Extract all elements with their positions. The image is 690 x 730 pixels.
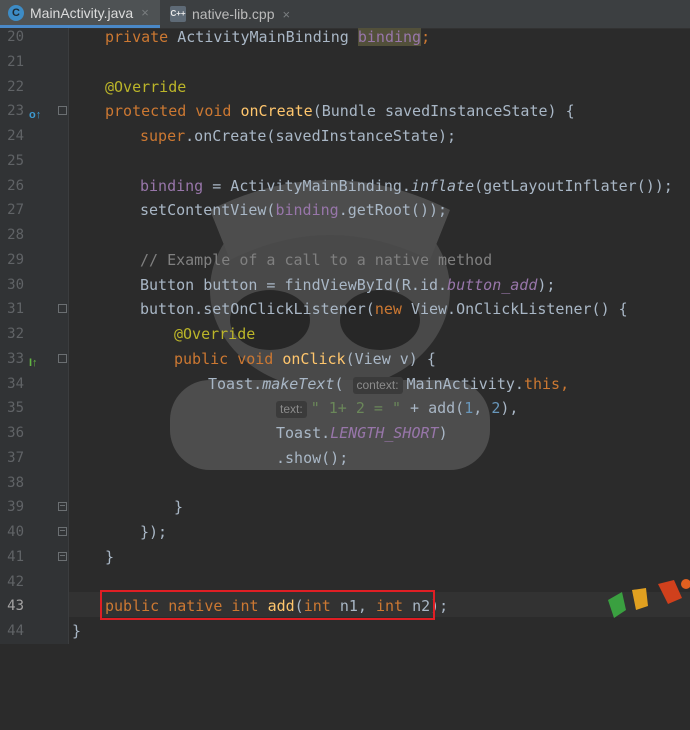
code-text: .show();: [276, 448, 349, 467]
line-number: 36: [7, 425, 24, 441]
line-number: 35: [7, 400, 24, 417]
override-method-icon[interactable]: o↑: [29, 103, 41, 128]
code-text: super.onCreate(savedInstanceState);: [140, 127, 457, 145]
line-number: 28: [7, 227, 24, 243]
code-line[interactable]: 37 .show();: [0, 449, 690, 483]
code-line[interactable]: 44 }: [0, 622, 690, 656]
line-number: 34: [7, 375, 24, 392]
line-number: 44: [7, 623, 24, 639]
line-number: 32: [7, 326, 24, 342]
code-text: protected void onCreate(Bundle savedInst…: [105, 102, 575, 121]
tab-mainactivity-java[interactable]: C MainActivity.java ×: [0, 0, 160, 28]
fold-toggle-icon[interactable]: [58, 353, 67, 363]
close-icon[interactable]: ×: [283, 7, 291, 22]
code-comment: // Example of a call to a native method: [140, 250, 493, 269]
line-number: 23: [7, 103, 24, 120]
line-number: 43: [7, 598, 24, 615]
line-number: 42: [7, 573, 24, 590]
line-number: 21: [7, 53, 24, 70]
code-text: text: " 1+ 2 = " + add(1, 2),: [276, 396, 518, 421]
code-text: public void onClick(View v) {: [174, 349, 436, 368]
implement-method-icon[interactable]: I↑: [29, 351, 38, 376]
line-number: 29: [7, 251, 24, 268]
line-number: 20: [7, 29, 24, 45]
red-highlight-box: [100, 590, 435, 620]
code-text: }: [174, 498, 184, 517]
annotation: @Override: [174, 325, 256, 343]
line-number: 41: [7, 548, 24, 565]
tab-label: MainActivity.java: [30, 4, 134, 21]
code-text: }: [72, 622, 82, 640]
line-number: 30: [7, 276, 24, 293]
code-text: Button button = findViewById(R.id.button…: [140, 275, 556, 294]
code-line[interactable]: 41 }: [0, 548, 690, 582]
code-line[interactable]: 20 private ActivityMainBinding binding;: [0, 28, 690, 62]
annotation: @Override: [105, 77, 187, 96]
cpp-file-icon: C++: [170, 6, 186, 22]
line-number: 38: [7, 474, 24, 491]
tab-label: native-lib.cpp: [192, 6, 275, 22]
close-icon[interactable]: ×: [141, 5, 149, 20]
code-text: }: [105, 547, 115, 566]
fold-end-icon[interactable]: [58, 502, 67, 512]
code-line[interactable]: 40 });: [0, 523, 690, 557]
fold-end-icon[interactable]: [58, 551, 67, 561]
code-text: button.setOnClickListener(new View.OnCli…: [140, 300, 628, 319]
code-text: private ActivityMainBinding binding;: [105, 28, 431, 46]
line-number: 22: [7, 78, 24, 95]
fold-toggle-icon[interactable]: [58, 304, 67, 314]
java-class-icon: C: [8, 4, 24, 21]
code-text: Toast.makeText( context: MainActivity.thi…: [208, 374, 570, 394]
line-number: 31: [7, 301, 24, 318]
line-number: 26: [7, 177, 24, 194]
code-text: binding = ActivityMainBinding.inflate(ge…: [140, 176, 673, 195]
code-line[interactable]: 31 button.setOnClickListener(new View.On…: [0, 300, 690, 334]
parameter-hint: context:: [352, 376, 403, 394]
code-line[interactable]: 39 }: [0, 498, 690, 532]
code-line[interactable]: 24 super.onCreate(savedInstanceState);: [0, 127, 690, 161]
line-number: 37: [7, 449, 24, 466]
code-text: });: [140, 523, 168, 541]
line-number: 40: [7, 524, 24, 540]
tab-native-lib-cpp[interactable]: C++ native-lib.cpp ×: [164, 0, 314, 28]
code-editor[interactable]: 20 private ActivityMainBinding binding; …: [0, 28, 690, 656]
line-number: 33: [7, 350, 24, 367]
code-text: setContentView(binding.getRoot());: [140, 201, 448, 220]
parameter-hint: text:: [276, 401, 307, 419]
code-line[interactable]: 27 setContentView(binding.getRoot());: [0, 201, 690, 235]
line-number: 27: [7, 202, 24, 219]
line-number: 25: [7, 152, 24, 169]
code-line[interactable]: 21: [0, 54, 690, 87]
fold-end-icon[interactable]: [58, 527, 67, 536]
line-number: 24: [7, 128, 24, 144]
fold-toggle-icon[interactable]: [58, 106, 67, 116]
code-text: Toast.LENGTH_SHORT): [276, 424, 448, 442]
line-number: 39: [7, 499, 24, 516]
corner-logo-icon: [608, 579, 690, 618]
code-line[interactable]: 38: [0, 475, 690, 508]
